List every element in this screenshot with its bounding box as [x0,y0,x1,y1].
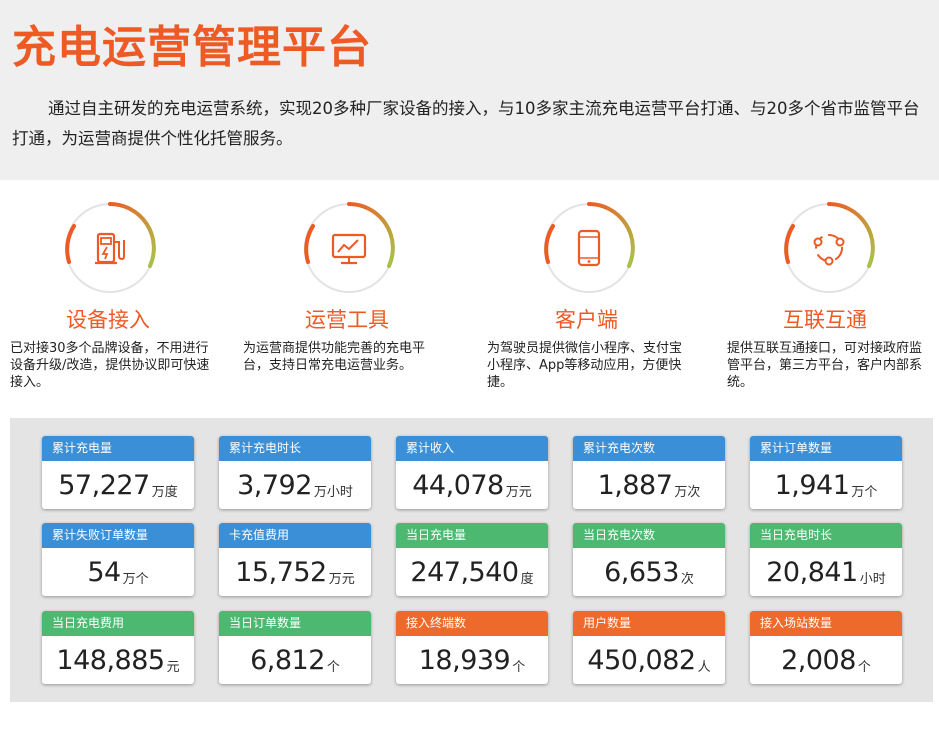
stat-card: 累计订单数量 1,941 万个 [750,436,902,509]
stat-unit: 度 [520,571,534,587]
mobile-phone-icon [577,229,601,267]
feature-desc: 已对接30多个品牌设备，不用进行设备升级/改造，提供协议即可快速接入。 [10,341,210,390]
stat-card: 累计收入 44,078 万元 [396,436,548,509]
stat-label: 累计失败订单数量 [42,523,194,548]
stat-unit: 小时 [859,571,886,587]
stat-unit: 万个 [122,571,149,587]
stat-unit: 万个 [851,484,878,500]
stat-value: 148,885 [56,644,165,676]
feature-desc: 提供互联互通接口，可对接政府监管平台，第三方平台，客户内部系统。 [727,341,923,390]
network-share-icon [813,234,845,266]
stat-card: 接入场站数量 2,008 个 [750,611,902,684]
feature-ring [781,200,877,296]
stat-unit: 个 [857,659,871,675]
stat-label: 累计收入 [396,436,548,461]
stat-value: 6,653 [604,556,679,588]
stat-label: 接入终端数 [396,611,548,636]
stat-unit: 万小时 [313,484,353,500]
stat-label: 卡充值费用 [219,523,371,548]
stat-card: 累计充电量 57,227 万度 [42,436,194,509]
stat-value: 247,540 [410,556,519,588]
feature-ring [301,200,397,296]
stat-card: 当日充电量 247,540 度 [396,523,548,596]
feature-title: 设备接入 [66,308,150,332]
stat-value: 1,941 [774,469,850,501]
stat-label: 当日充电量 [396,523,548,548]
stat-unit: 万度 [151,484,178,500]
charging-pile-icon [95,232,125,265]
feature-title: 运营工具 [305,308,389,332]
stats-panel: 累计充电量 57,227 万度 累计充电时长 3,792 万小时 累计收入 44,0… [10,418,933,702]
stat-unit: 元 [166,659,180,675]
stat-card: 当日充电次数 6,653 次 [573,523,725,596]
stat-unit: 万次 [674,484,701,500]
stat-card: 卡充值费用 15,752 万元 [219,523,371,596]
stat-card: 当日充电时长 20,841 小时 [750,523,902,596]
stat-label: 当日订单数量 [219,611,371,636]
stat-unit: 万元 [328,571,355,587]
stat-value: 450,082 [587,644,696,676]
stat-label: 接入场站数量 [750,611,902,636]
stat-value: 18,939 [418,644,511,676]
stat-value: 15,752 [235,556,327,588]
stat-label: 累计订单数量 [750,436,902,461]
feature-title: 客户端 [555,308,618,332]
stat-card: 累计充电次数 1,887 万次 [573,436,725,509]
stat-unit: 万元 [505,484,532,500]
stat-unit: 人 [697,659,711,675]
stat-card: 用户数量 450,082 人 [573,611,725,684]
feature-ring [62,200,158,296]
stat-label: 累计充电量 [42,436,194,461]
stat-label: 当日充电费用 [42,611,194,636]
stat-value: 1,887 [597,469,673,501]
monitor-chart-icon [331,233,367,265]
stat-label: 当日充电时长 [750,523,902,548]
stat-card: 当日充电费用 148,885 元 [42,611,194,684]
stat-unit: 个 [326,659,340,675]
intro-text: 通过自主研发的充电运营系统，实现20多种厂家设备的接入，与10多家主流充电运营平… [12,99,920,148]
stat-card: 累计失败订单数量 54 万个 [42,523,194,596]
stat-unit: 个 [512,659,526,675]
stat-label: 累计充电次数 [573,436,725,461]
stat-value: 6,812 [250,644,325,676]
stat-value: 20,841 [766,556,858,588]
feature-title: 互联互通 [783,308,867,332]
stat-card: 接入终端数 18,939 个 [396,611,548,684]
page-title: 充电运营管理平台 [12,22,372,73]
stat-value: 44,078 [412,469,504,501]
stat-value: 2,008 [781,644,856,676]
feature-ring [541,200,637,296]
stat-label: 用户数量 [573,611,725,636]
stat-value: 54 [87,556,121,588]
stat-unit: 次 [680,571,694,587]
stat-card: 当日订单数量 6,812 个 [219,611,371,684]
feature-desc: 为驾驶员提供微信小程序、支付宝小程序、App等移动应用，方便快捷。 [487,341,683,390]
stat-label: 当日充电次数 [573,523,725,548]
stat-label: 累计充电时长 [219,436,371,461]
feature-desc: 为运营商提供功能完善的充电平台，支持日常充电运营业务。 [243,341,426,373]
header-section: 充电运营管理平台 通过自主研发的充电运营系统，实现20多种厂家设备的接入，与10… [0,0,939,180]
stat-value: 57,227 [58,469,150,501]
stat-card: 累计充电时长 3,792 万小时 [219,436,371,509]
stat-value: 3,792 [237,469,312,501]
